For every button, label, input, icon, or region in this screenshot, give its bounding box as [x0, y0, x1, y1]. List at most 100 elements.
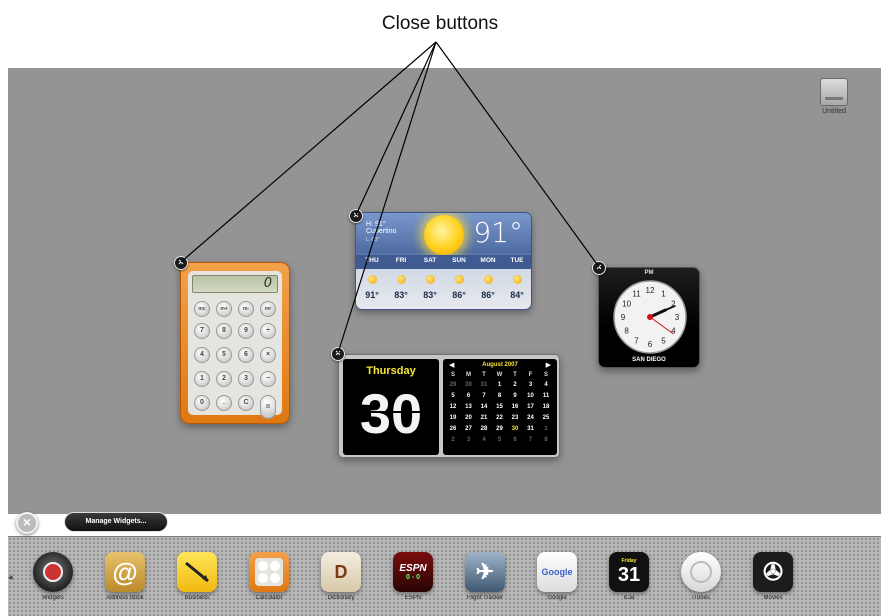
ical-day-cell: 1 — [497, 382, 502, 388]
ical-day-cell: 10 — [527, 393, 534, 399]
clock-numeral: 11 — [632, 290, 641, 299]
ical-day-cell: 4 — [544, 382, 548, 388]
ical-day-cell: 28 — [480, 426, 488, 432]
calculator-widget[interactable]: 0 mc m+ m- mr 7 8 9 ÷ 4 5 6 × 1 2 3 − 0 … — [180, 262, 290, 424]
widget-bar-label: Google — [547, 595, 567, 601]
itunes-item[interactable]: iTunes — [678, 552, 724, 602]
weather-widget[interactable]: H: 91° Cupertino L: 63° 91° THU FRI SAT … — [355, 212, 532, 310]
ical-day-cell: 30 — [465, 382, 472, 388]
clock-close-button[interactable]: × — [592, 261, 606, 275]
clock-numeral: 7 — [634, 336, 639, 345]
calc-key-2[interactable]: 2 — [216, 371, 232, 387]
at-icon: @ — [105, 552, 145, 592]
widget-bar-label: Flight Tracker — [466, 595, 504, 601]
flight-tracker-item[interactable]: ✈ Flight Tracker — [462, 552, 508, 602]
espn-icon: ESPN 0 - 0 — [393, 552, 433, 592]
calc-key-mminus[interactable]: m- — [238, 301, 254, 317]
world-clock-widget[interactable]: PM 1 2 3 4 5 6 7 8 9 10 11 12 SAN DIEGO — [598, 267, 700, 368]
calc-key-equals[interactable]: = — [260, 395, 276, 419]
ical-weekday-header: W — [496, 372, 503, 378]
ical-close-button[interactable]: × — [331, 347, 345, 361]
business-icon — [177, 552, 217, 592]
hard-disk-item[interactable]: Untitled — [814, 78, 854, 115]
ical-day-cell: 1 — [544, 426, 548, 432]
weather-day-high: 91° — [365, 290, 379, 300]
dictionary-icon: D — [321, 552, 361, 592]
ical-flip-divider — [343, 411, 439, 413]
screenshot-root: Close buttons Untitled 0 mc m+ m- mr 7 8… — [0, 0, 881, 616]
calc-key-8[interactable]: 8 — [216, 323, 232, 339]
manage-widgets-button[interactable]: Manage Widgets... — [64, 512, 168, 532]
address-book-item[interactable]: @ Address Book — [102, 552, 148, 602]
ical-month-panel: ◀ August 2007 ▶ S M T W T F S 29 30 31 1 2 3 4 5 6 7 8 9 10… — [443, 359, 557, 455]
weather-day: THU — [365, 257, 379, 264]
ical-weekday-header: F — [528, 372, 533, 378]
ical-day-cell: 8 — [544, 437, 548, 443]
calculator-item[interactable]: Calculator — [246, 552, 292, 602]
ical-day-cell: 4 — [482, 437, 486, 443]
ical-weekday-header: M — [466, 372, 471, 378]
calc-key-7[interactable]: 7 — [194, 323, 210, 339]
calc-key-multiply[interactable]: × — [260, 347, 276, 363]
calc-key-9[interactable]: 9 — [238, 323, 254, 339]
google-icon: Google — [537, 552, 577, 592]
ical-day-cell: 7 — [482, 393, 486, 399]
ical-day-cell: 17 — [527, 404, 534, 410]
espn-score-text: 0 - 0 — [405, 574, 420, 581]
calc-key-mplus[interactable]: m+ — [216, 301, 232, 317]
ical-day-cell: 13 — [465, 404, 472, 410]
google-item[interactable]: Google Google — [534, 552, 580, 602]
movies-item[interactable]: ✇ Movies — [750, 552, 796, 602]
ical-day-cell: 5 — [451, 393, 455, 399]
calc-key-decimal[interactable]: . — [216, 395, 232, 411]
calc-key-divide[interactable]: ÷ — [260, 323, 276, 339]
business-item[interactable]: Business — [174, 552, 220, 602]
calc-key-minus[interactable]: − — [260, 371, 276, 387]
ical-day-cell: 21 — [480, 415, 488, 421]
ical-day-cell: 27 — [465, 426, 472, 432]
ical-day-cell: 3 — [528, 382, 533, 388]
calculator-close-button[interactable]: × — [174, 256, 188, 270]
weather-close-button[interactable]: × — [349, 209, 363, 223]
scroll-left-icon[interactable]: ◂ — [8, 572, 13, 583]
ical-weekday-header: T — [513, 372, 517, 378]
calc-key-mr[interactable]: mr — [260, 301, 276, 317]
ical-next-month-button[interactable]: ▶ — [546, 361, 551, 369]
calc-key-mc[interactable]: mc — [194, 301, 210, 317]
espn-item[interactable]: ESPN 0 - 0 ESPN — [390, 552, 436, 602]
calc-key-1[interactable]: 1 — [194, 371, 210, 387]
ical-item[interactable]: Friday 31 iCal — [606, 552, 652, 602]
ical-day-cell: 24 — [527, 415, 534, 421]
ical-day-cell: 11 — [542, 393, 550, 399]
ical-day-cell: 6 — [466, 393, 471, 399]
sun-small-icon — [455, 275, 464, 284]
ical-day-cell: 20 — [465, 415, 472, 421]
calc-key-5[interactable]: 5 — [216, 347, 232, 363]
calc-key-3[interactable]: 3 — [238, 371, 254, 387]
weather-day: SAT — [423, 257, 437, 264]
calc-key-6[interactable]: 6 — [238, 347, 254, 363]
sun-small-icon — [426, 275, 435, 284]
widgets-item[interactable]: Widgets — [30, 552, 76, 602]
callout-title: Close buttons — [381, 13, 499, 34]
close-widgets-bar-button[interactable]: × — [16, 512, 38, 534]
ical-day-cell: 31 — [527, 426, 534, 432]
ical-day-cell: 18 — [542, 404, 550, 410]
ical-day-cell: 14 — [480, 404, 488, 410]
ical-date: 30 — [359, 382, 423, 445]
dictionary-item[interactable]: D Dictionary — [318, 552, 364, 602]
widget-bar-label: Widgets — [42, 595, 64, 601]
weather-current-temp: 91° — [473, 216, 523, 249]
weather-day: TUE — [510, 257, 524, 264]
clock-numeral: 1 — [661, 290, 666, 299]
widget-bar-label: iCal — [623, 595, 635, 601]
calc-key-clear[interactable]: C — [238, 395, 254, 411]
google-logo-text: Google — [541, 567, 573, 577]
clock-face: 1234567891011 12 — [613, 280, 687, 354]
calc-key-0[interactable]: 0 — [194, 395, 210, 411]
hard-disk-label: Untitled — [822, 108, 846, 115]
ical-widget[interactable]: Thursday 30 ◀ August 2007 ▶ S M T W T F S 29 30 3… — [338, 354, 560, 458]
widget-bar-label: iTunes — [692, 595, 710, 601]
calculator-icon — [249, 552, 289, 592]
calc-key-4[interactable]: 4 — [194, 347, 210, 363]
